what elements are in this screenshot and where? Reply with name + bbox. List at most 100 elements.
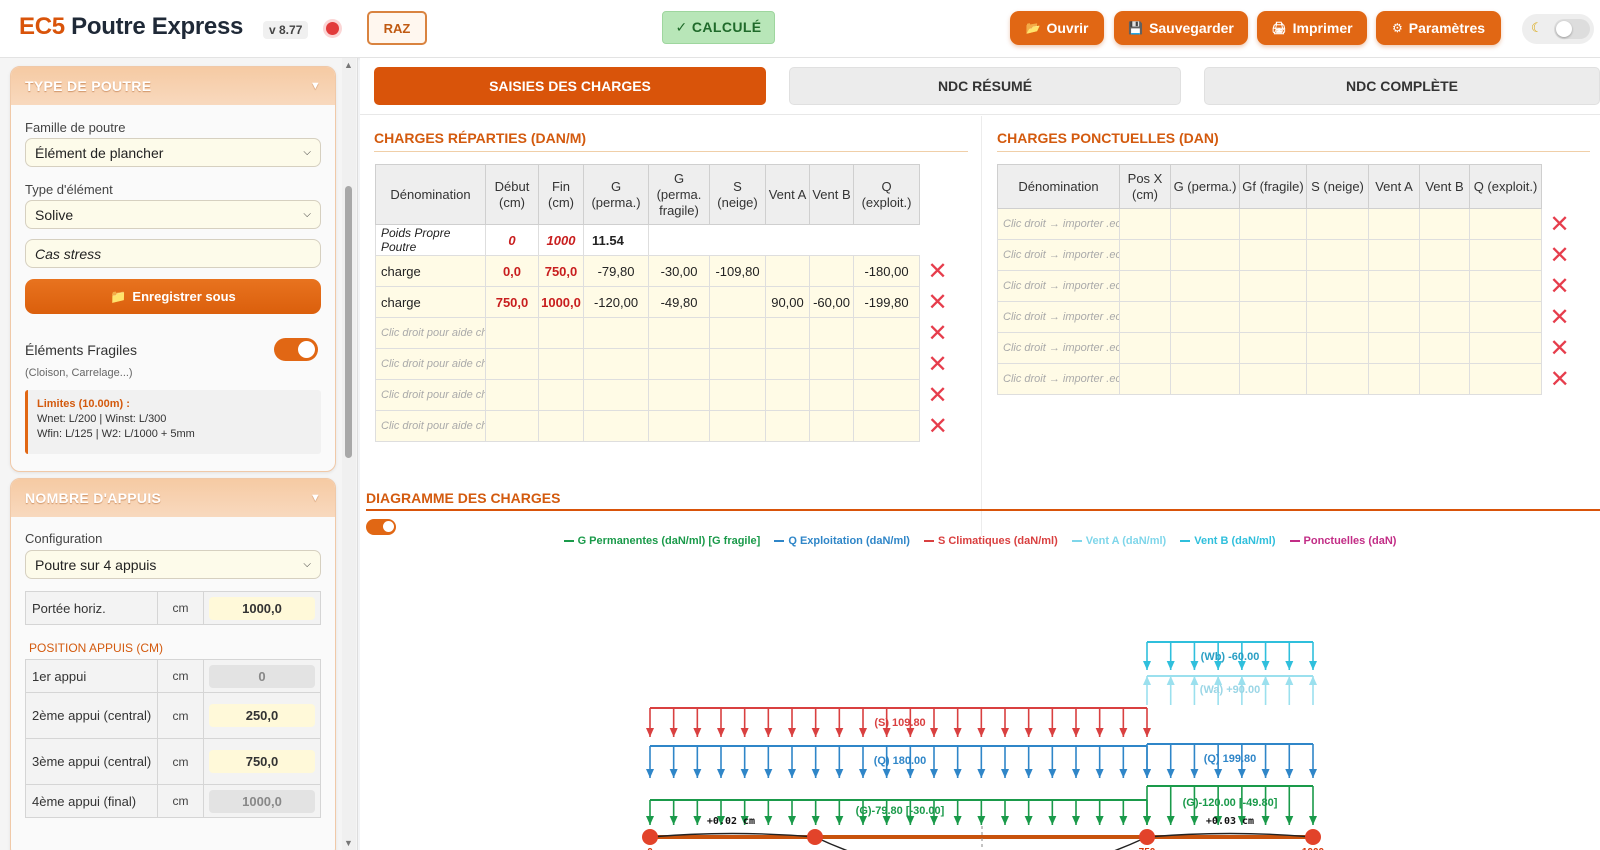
distributed-title: CHARGES RÉPARTIES (DAN/M) [374,130,587,146]
g1-arrowhead [1119,816,1128,825]
q1-arrowhead [1072,769,1080,778]
delete-icon[interactable]: ✕ [919,410,956,442]
raz-button[interactable]: RAZ [367,11,427,45]
sidebar-scrollbar[interactable]: ▲ ▼ [342,58,356,850]
load-label: (Q) 180.00 [874,755,927,767]
table-cell[interactable] [809,255,854,287]
snow-arrowhead [930,728,938,737]
support-icon [1305,829,1321,845]
fragile-label: Éléments Fragiles [25,342,138,358]
delete-icon[interactable]: ✕ [919,255,956,287]
delete-icon[interactable]: ✕ [919,348,956,380]
delete-icon[interactable]: ✕ [919,317,956,349]
table-cell[interactable]: 750,0 [538,255,584,287]
table-cell[interactable]: charge [375,255,486,287]
delete-icon[interactable]: ✕ [919,379,956,411]
panel-header[interactable]: NOMBRE D'APPUIS ▼ [11,479,335,517]
table-cell[interactable]: -79,80 [583,255,649,287]
snow-arrowhead [1143,728,1151,737]
print-button[interactable]: 🖨 Imprimer [1257,11,1367,45]
span-input[interactable]: 1000,0 [209,596,315,620]
delete-icon[interactable]: ✕ [1541,301,1578,333]
arrow-down-icon[interactable]: ▼ [344,838,353,848]
col-header: Q (exploit.) [853,164,920,225]
diagram-toggle[interactable] [366,519,396,535]
support-2-input[interactable]: 250,0 [209,704,315,727]
delete-icon[interactable]: ✕ [1541,239,1578,271]
open-button[interactable]: 📂 Ouvrir [1010,11,1104,45]
col-header: Q (exploit.) [1469,164,1542,209]
col-header: G (perma.) [583,164,649,225]
table-cell[interactable] [709,286,766,318]
table-cell[interactable]: -109,80 [709,255,766,287]
save-as-button[interactable]: 📁 Enregistrer sous [25,279,321,314]
q1-arrowhead [717,769,725,778]
g1-arrowhead [811,816,820,825]
q2-arrowhead [1261,769,1270,778]
delete-icon[interactable]: ✕ [1541,332,1578,364]
table-cell[interactable]: 90,00 [765,286,810,318]
supports-table: 1er appui cm 0 2ème appui (central) cm 250,0… [25,659,321,818]
main-content: SAISIES DES CHARGES NDC RÉSUMÉ NDC COMPL… [360,58,1600,850]
g1-arrowhead [1001,816,1009,825]
snow-arrowhead [1001,728,1009,737]
moon-icon: ☾ [1531,20,1543,35]
table-cell[interactable]: -199,80 [853,286,920,318]
deflection-label: +0.03 cm [1206,816,1254,827]
g1-arrowhead [1048,816,1057,825]
delete-icon[interactable]: ✕ [1541,208,1578,240]
snow-arrowhead [1048,728,1057,737]
table-cell[interactable]: -180,00 [853,255,920,287]
support-row: 3ème appui (central) cm 750,0 [25,738,321,785]
table-cell[interactable]: -30,00 [648,255,710,287]
col-header: Pos X (cm) [1119,164,1171,209]
table-cell[interactable]: charge [375,286,486,318]
panel-header[interactable]: TYPE DE POUTRE ▼ [11,67,335,105]
diagram-legend: G Permanentes (daN/ml) [G fragile] Q Expl… [360,535,1600,547]
q1-arrowhead [953,769,962,778]
span-label: Portée horiz. [25,591,158,625]
delete-icon[interactable]: ✕ [919,286,956,318]
tab-saisies[interactable]: SAISIES DES CHARGES [374,67,766,105]
chevron-down-icon: ▼ [309,492,321,504]
limits-box: Limites (10.00m) : Wnet: L/200 | Winst: … [25,390,321,454]
save-button[interactable]: 💾 Sauvegarder [1114,11,1248,45]
q1-arrowhead [811,769,820,778]
wind-b-arrowhead [1166,661,1175,670]
table-row: charge 750,0 1000,0 -120,00 -49,80 90,00 -60,0… [375,286,956,318]
wind-b-arrowhead [1285,661,1294,670]
support-1-input: 0 [209,664,315,688]
table-cell[interactable]: 750,0 [485,286,539,318]
delete-icon[interactable]: ✕ [1541,363,1578,395]
snow-arrowhead [882,728,891,737]
tab-ndc-resume[interactable]: NDC RÉSUMÉ [789,67,1181,105]
wind-b-arrowhead [1309,661,1317,670]
config-select[interactable]: Poutre sur 4 appuis ⌵ [25,550,321,579]
table-cell[interactable]: -60,00 [809,286,854,318]
version-badge: v 8.77 [263,21,309,39]
theme-toggle[interactable]: ☾ [1522,14,1594,44]
arrow-up-icon[interactable]: ▲ [344,60,353,70]
load-label: (Q) 199.80 [1204,753,1257,765]
tab-ndc-complete[interactable]: NDC COMPLÈTE [1204,67,1600,105]
positions-title: POSITION APPUIS (CM) [29,641,164,655]
table-cell[interactable] [765,255,810,287]
case-name-input[interactable]: Cas stress [25,239,321,268]
table-cell[interactable]: -49,80 [648,286,710,318]
element-select[interactable]: Solive ⌵ [25,200,321,229]
table-cell[interactable]: 1000,0 [538,286,584,318]
delete-icon[interactable]: ✕ [1541,270,1578,302]
calc-status-badge[interactable]: ✓ CALCULÉ [662,11,775,44]
g1-arrowhead [1095,816,1104,825]
table-cell[interactable]: -120,00 [583,286,649,318]
family-select[interactable]: Élément de plancher ⌵ [25,138,321,167]
fragile-toggle[interactable] [274,338,318,361]
settings-button[interactable]: ⚙ Paramètres [1376,11,1501,45]
wind-a-arrowhead [1285,676,1294,685]
g1-arrowhead [835,816,844,825]
gear-icon: ⚙ [1391,21,1403,35]
g1-arrowhead [669,816,678,825]
table-cell[interactable]: 0,0 [485,255,539,287]
support-3-input[interactable]: 750,0 [209,750,315,773]
distributed-table: Dénomination Début (cm) Fin (cm) G (perma.)… [375,164,956,442]
